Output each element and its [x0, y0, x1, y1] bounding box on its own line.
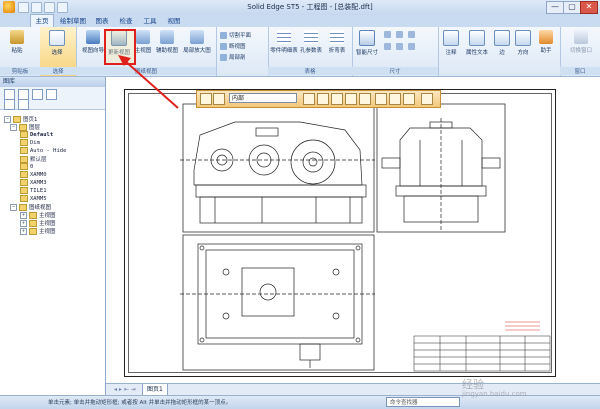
filter-icon[interactable]	[317, 93, 329, 105]
check-icon[interactable]	[331, 93, 343, 105]
top-view-drawing	[180, 243, 375, 368]
status-message: 单击元素; 单击并拖动矩形框; 或者按 Alt 并单击并拖动矩形框的某一顶点。	[48, 400, 232, 406]
arrow-right-icon[interactable]	[389, 93, 401, 105]
clear-icon[interactable]	[403, 93, 415, 105]
rectangle-icon[interactable]	[359, 93, 371, 105]
selection-filter-dropdown[interactable]: 内部	[229, 93, 297, 103]
command-bar: 内部	[196, 90, 441, 108]
top-view-frame[interactable]	[182, 234, 375, 371]
technical-notes	[505, 321, 540, 331]
watermark-url: jingyan.baidu.com	[462, 390, 527, 398]
front-view-drawing	[180, 121, 375, 224]
command-finder-input[interactable]: 命令查找器	[386, 397, 460, 407]
close-icon[interactable]	[421, 93, 433, 105]
select-tool-icon[interactable]	[200, 93, 212, 105]
drawing-views	[118, 55, 551, 372]
red-arrow	[118, 55, 179, 109]
options-icon[interactable]	[213, 93, 225, 105]
box-select-icon[interactable]	[345, 93, 357, 105]
select-all-icon[interactable]	[303, 93, 315, 105]
arrow-left-icon[interactable]	[375, 93, 387, 105]
side-view-drawing	[381, 118, 501, 230]
tab-nav-icon[interactable]: ◂ ▸ ⇤ ⇥	[110, 384, 140, 395]
front-view-frame[interactable]	[182, 103, 375, 233]
title-block	[413, 335, 551, 372]
